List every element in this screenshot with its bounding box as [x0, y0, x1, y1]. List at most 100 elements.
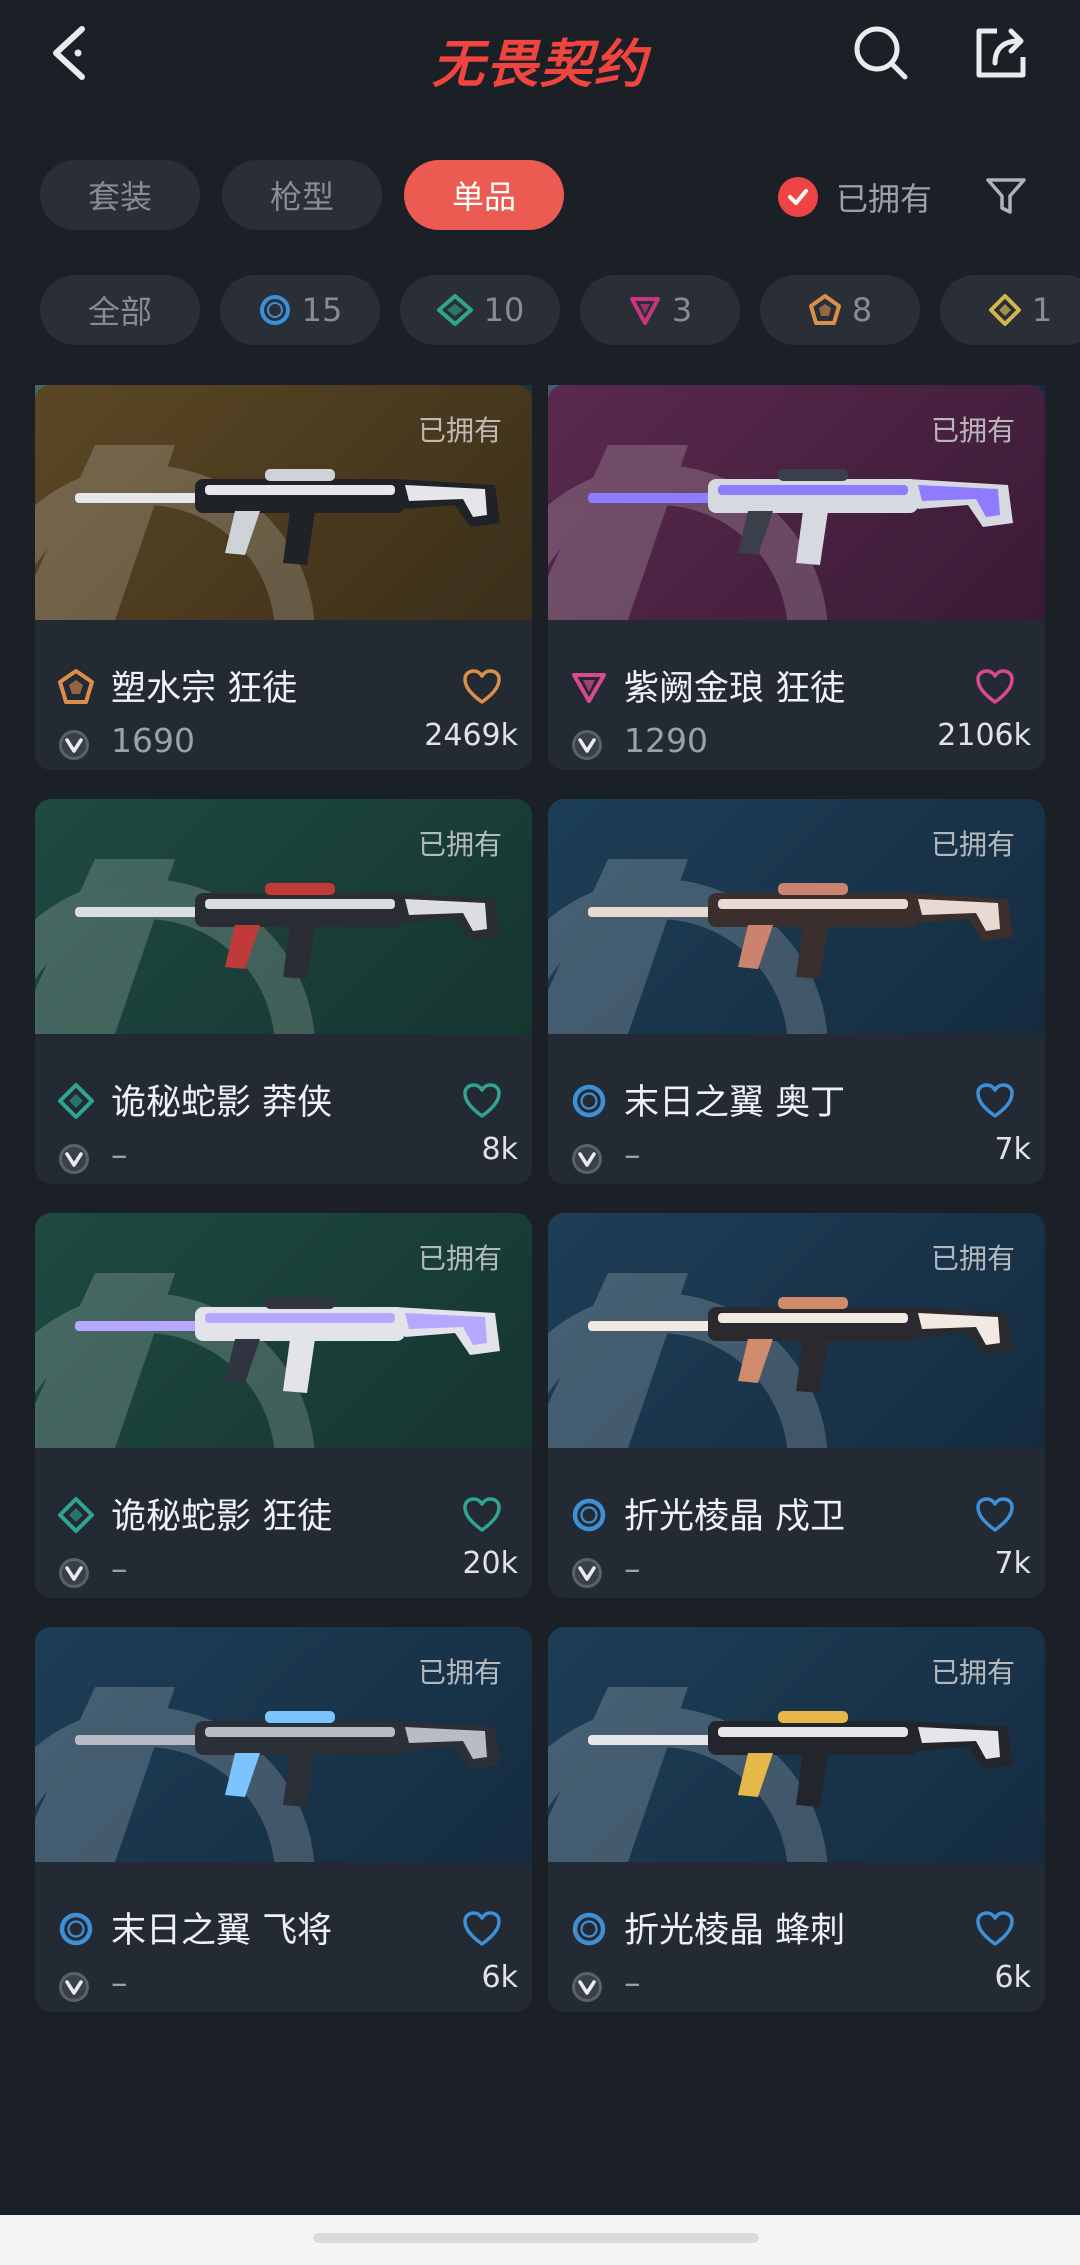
valorant-points-icon — [57, 728, 91, 762]
deluxe-tier-icon — [57, 1496, 95, 1534]
tier-chip-label: 15 — [301, 291, 343, 329]
item-info: 末日之翼 奥丁 – 7k — [548, 1034, 1045, 1184]
item-price: – — [111, 1549, 128, 1588]
tier-chip-premium[interactable]: 3 — [580, 275, 740, 345]
select-tier-icon — [57, 1910, 95, 1948]
select-tier-icon — [570, 1910, 608, 1948]
favorite-heart-icon[interactable] — [462, 1082, 502, 1120]
item-price: 1690 — [111, 721, 195, 760]
item-card[interactable]: 已拥有 折光棱晶 蜂刺 – 6k — [548, 1627, 1045, 2012]
tier-chip-ultra[interactable]: 1 — [940, 275, 1080, 345]
item-card[interactable]: 已拥有 末日之翼 奥丁 – 7k — [548, 799, 1045, 1184]
tier-chip-exclusive[interactable]: 8 — [760, 275, 920, 345]
deluxe-tier-icon — [57, 1082, 95, 1120]
item-info: 折光棱晶 戍卫 – 7k — [548, 1448, 1045, 1598]
item-card[interactable]: 已拥有 塑水宗 狂徒 1690 2469k — [35, 385, 532, 770]
owned-tag: 已拥有 — [930, 828, 1015, 861]
ultra-tier-icon — [988, 294, 1021, 326]
premium-tier-icon — [629, 297, 660, 325]
owned-filter-toggle[interactable]: 已拥有 — [778, 172, 932, 222]
tier-chip-select[interactable]: 15 — [220, 275, 380, 345]
premium-tier-icon — [570, 668, 608, 706]
owned-tag: 已拥有 — [930, 1242, 1015, 1275]
favorite-heart-icon[interactable] — [462, 668, 502, 706]
item-info: 折光棱晶 蜂刺 – 6k — [548, 1862, 1045, 2012]
weapon-skin-image: 已拥有 — [548, 1627, 1045, 1862]
item-info: 诡秘蛇影 莽侠 – 8k — [35, 1034, 532, 1184]
owned-tag: 已拥有 — [417, 414, 502, 447]
search-button[interactable] — [848, 20, 914, 86]
tier-filter-chips: 全部 15 10 3 8 1 — [40, 275, 1080, 345]
favorite-heart-icon[interactable] — [975, 668, 1015, 706]
search-icon — [854, 26, 908, 80]
share-icon — [976, 28, 1026, 78]
item-name: 折光棱晶 蜂刺 — [624, 1911, 846, 1951]
favorite-heart-icon[interactable] — [975, 1910, 1015, 1948]
check-icon — [778, 177, 818, 217]
favorite-heart-icon[interactable] — [462, 1910, 502, 1948]
tier-chip-label: 全部 — [87, 293, 152, 331]
deluxe-tier-icon — [436, 294, 473, 326]
tier-chip-label: 3 — [671, 291, 693, 329]
owned-tag: 已拥有 — [417, 1656, 502, 1689]
favorite-count: 8k — [481, 1132, 518, 1167]
home-indicator — [313, 2233, 759, 2243]
owned-tag: 已拥有 — [930, 414, 1015, 447]
select-tier-icon — [570, 1082, 608, 1120]
tab-items[interactable]: 单品 — [404, 160, 564, 230]
filter-button[interactable] — [978, 168, 1034, 224]
item-name: 折光棱晶 戍卫 — [624, 1497, 846, 1537]
tier-chip-deluxe[interactable]: 10 — [400, 275, 560, 345]
owned-tag: 已拥有 — [930, 1656, 1015, 1689]
item-info: 紫阙金琅 狂徒 1290 2106k — [548, 620, 1045, 770]
item-name: 诡秘蛇影 狂徒 — [111, 1497, 333, 1537]
item-name: 诡秘蛇影 莽侠 — [111, 1083, 333, 1123]
tier-chip-all[interactable]: 全部 — [40, 275, 200, 345]
valorant-points-icon — [570, 728, 604, 762]
favorite-count: 20k — [462, 1546, 518, 1581]
favorite-count: 7k — [994, 1132, 1031, 1167]
item-price: – — [624, 1135, 641, 1174]
exclusive-tier-icon — [57, 668, 95, 706]
valorant-points-icon — [57, 1142, 91, 1176]
valorant-points-icon — [570, 1556, 604, 1590]
share-button[interactable] — [968, 20, 1034, 86]
valorant-points-icon — [57, 1556, 91, 1590]
item-name: 紫阙金琅 狂徒 — [624, 669, 846, 709]
tab-bundles[interactable]: 套装 — [40, 160, 200, 230]
weapon-skin-image: 已拥有 — [548, 1213, 1045, 1448]
top-bar: 无畏契约 — [0, 0, 1080, 110]
tab-weapon-types[interactable]: 枪型 — [222, 160, 382, 230]
select-tier-icon — [570, 1496, 608, 1534]
owned-filter-label: 已拥有 — [836, 180, 933, 218]
favorite-heart-icon[interactable] — [975, 1082, 1015, 1120]
favorite-count: 2106k — [937, 718, 1031, 753]
weapon-skin-image: 已拥有 — [548, 385, 1045, 620]
app-title: 无畏契约 — [431, 34, 648, 95]
favorite-count: 6k — [994, 1960, 1031, 1995]
item-info: 诡秘蛇影 狂徒 – 20k — [35, 1448, 532, 1598]
valorant-points-icon — [570, 1970, 604, 2004]
item-card[interactable]: 已拥有 诡秘蛇影 狂徒 – 20k — [35, 1213, 532, 1598]
item-price: – — [111, 1135, 128, 1174]
item-card[interactable]: 已拥有 紫阙金琅 狂徒 1290 2106k — [548, 385, 1045, 770]
item-name: 末日之翼 奥丁 — [624, 1083, 846, 1123]
weapon-skin-image: 已拥有 — [35, 385, 532, 620]
owned-tag: 已拥有 — [417, 1242, 502, 1275]
item-card[interactable]: 已拥有 折光棱晶 戍卫 – 7k — [548, 1213, 1045, 1598]
favorite-count: 2469k — [424, 718, 518, 753]
tier-chip-label: 8 — [851, 291, 873, 329]
item-price: – — [624, 1963, 641, 2002]
item-card[interactable]: 已拥有 诡秘蛇影 莽侠 – 8k — [35, 799, 532, 1184]
weapon-skin-image: 已拥有 — [35, 1627, 532, 1862]
item-name: 末日之翼 飞将 — [111, 1911, 333, 1951]
item-info: 末日之翼 飞将 – 6k — [35, 1862, 532, 2012]
item-card[interactable]: 已拥有 末日之翼 飞将 – 6k — [35, 1627, 532, 2012]
select-tier-icon — [259, 295, 290, 325]
exclusive-tier-icon — [808, 294, 841, 325]
tier-chip-label: 1 — [1031, 291, 1053, 329]
item-info: 塑水宗 狂徒 1690 2469k — [35, 620, 532, 770]
favorite-heart-icon[interactable] — [975, 1496, 1015, 1534]
favorite-heart-icon[interactable] — [462, 1496, 502, 1534]
weapon-skin-image: 已拥有 — [35, 799, 532, 1034]
